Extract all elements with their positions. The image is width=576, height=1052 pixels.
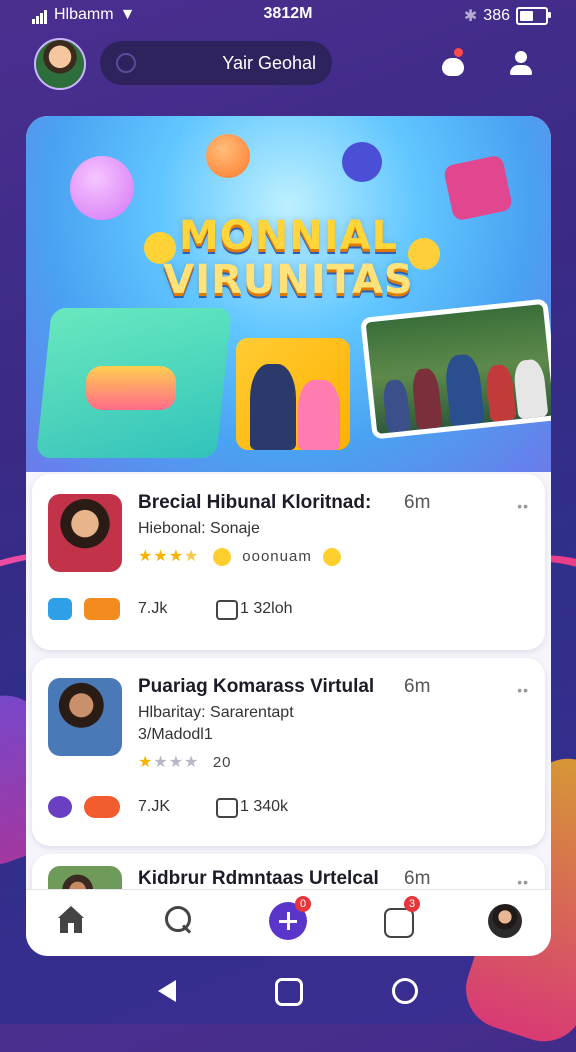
category-icon	[48, 796, 72, 818]
category-icon	[48, 598, 72, 620]
car-illustration	[86, 366, 176, 410]
bluetooth-icon: ✱	[463, 8, 478, 25]
profile-avatar[interactable]	[34, 38, 86, 90]
item-extra-label: ooonuam	[242, 548, 312, 565]
wifi-bubble-icon	[342, 142, 382, 182]
item-time: 6m	[404, 868, 431, 889]
messages-icon[interactable]: 3	[380, 896, 420, 938]
comment-icon[interactable]	[216, 798, 238, 818]
item-subtitle: Hlbaritay: Sararentapt	[138, 704, 294, 721]
badge-icon	[84, 598, 120, 620]
rating-stars: ★★★★ 20	[138, 754, 232, 771]
rating-stars: ★★★★ ooonuam	[138, 546, 342, 566]
profile-avatar[interactable]	[488, 904, 522, 938]
hero-photo-people	[236, 338, 350, 450]
orange-mascot-icon	[206, 134, 250, 178]
search-icon	[116, 53, 136, 73]
bottom-navigation: 0 3	[26, 889, 551, 956]
notifications-icon[interactable]	[438, 48, 468, 78]
more-options-icon[interactable]: ••	[517, 682, 529, 698]
list-item[interactable]: Puariag Komarass Virtulal 6m •• Hlbarita…	[32, 658, 545, 846]
rating-count: 20	[212, 754, 232, 771]
item-thumbnail	[48, 494, 122, 572]
comment-icon[interactable]	[216, 600, 238, 620]
list-item[interactable]: Brecial Hibunal Kloritnad: 6m •• Hiebona…	[32, 474, 545, 650]
item-time: 6m	[404, 492, 431, 513]
item-subtitle-2: 3/Madodl1	[138, 726, 213, 743]
hero-photo-group	[360, 298, 551, 440]
create-button[interactable]: 0	[269, 896, 311, 940]
status-bar: Hlbamm ▼ 3812M ✱ 386	[0, 0, 576, 30]
item-title: Brecial Hibunal Kloritnad:	[138, 492, 372, 513]
hero-title-line2: VIRUNITAS	[163, 257, 414, 303]
tv-icon	[442, 154, 514, 222]
badge-icon	[84, 796, 120, 818]
top-header: Yair Geohal	[0, 38, 576, 90]
search-icon[interactable]	[162, 904, 196, 938]
item-title: Kidbrur Rdmntaas Urtelcal	[138, 868, 379, 889]
item-subtitle: Hiebonal: Sonaje	[138, 520, 260, 537]
battery-icon	[516, 7, 551, 25]
messages-badge: 3	[404, 896, 420, 912]
smiley-icon	[323, 547, 342, 566]
view-count: 7.Jk	[138, 600, 168, 617]
view-count: 7.JK	[138, 798, 171, 815]
account-icon[interactable]	[506, 48, 536, 78]
battery-percent: 386	[483, 7, 510, 24]
create-badge: 0	[295, 896, 311, 912]
item-thumbnail	[48, 678, 122, 756]
search-text: Yair Geohal	[222, 53, 316, 73]
hero-title-line1: MONNIAL	[178, 213, 399, 259]
hero-banner[interactable]: MONNIAL VIRUNITAS	[26, 116, 551, 472]
home-icon[interactable]	[54, 904, 88, 938]
system-navigation-bar	[0, 962, 576, 1024]
assistant-icon[interactable]	[392, 978, 418, 1004]
comment-count: 1 32loh	[240, 600, 293, 617]
hero-title: MONNIAL VIRUNITAS	[26, 214, 551, 302]
home-button-icon[interactable]	[275, 978, 303, 1006]
smiley-icon	[212, 547, 231, 566]
back-icon[interactable]	[158, 980, 176, 1002]
item-time: 6m	[404, 676, 431, 697]
pink-mascot-icon	[70, 156, 134, 220]
list-item[interactable]: Kidbrur Rdmntaas Urtelcal 6m ••	[32, 854, 545, 894]
item-title: Puariag Komarass Virtulal	[138, 676, 375, 697]
more-options-icon[interactable]: ••	[517, 498, 529, 514]
comment-count: 1 340k	[240, 798, 289, 815]
search-bar[interactable]: Yair Geohal	[100, 41, 332, 85]
more-options-icon[interactable]: ••	[517, 874, 529, 890]
main-card: MONNIAL VIRUNITAS Brecial Hibunal Klorit…	[26, 116, 551, 956]
